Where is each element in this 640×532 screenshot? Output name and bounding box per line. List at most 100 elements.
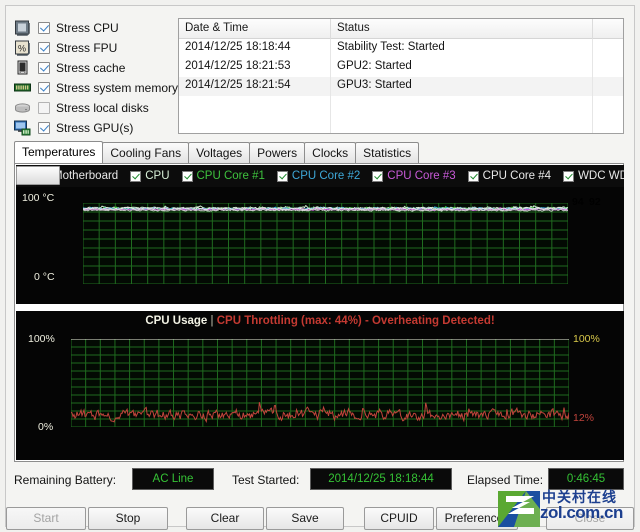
log-cell-extra bbox=[593, 39, 623, 58]
stress-option-row[interactable]: Stress system memory bbox=[14, 78, 178, 97]
fpu-percent-icon: % bbox=[14, 40, 31, 56]
stress-option-row[interactable]: % Stress FPU bbox=[14, 38, 174, 57]
legend-item[interactable]: CPU bbox=[130, 170, 170, 182]
stress-option-label: Stress CPU bbox=[56, 20, 119, 35]
cpuid-button[interactable]: CPUID bbox=[364, 507, 434, 530]
legend-checkbox[interactable] bbox=[130, 170, 142, 182]
log-cell-empty bbox=[593, 115, 623, 133]
log-column-header-datetime[interactable]: Date & Time bbox=[179, 19, 331, 39]
stress-option-label: Stress FPU bbox=[56, 40, 118, 55]
top-section: Stress CPU% Stress FPU Stress cache Stress … bbox=[0, 6, 640, 136]
temperatures-chart: 100 °C 0 °C 94 92 bbox=[16, 187, 624, 304]
legend-checkbox[interactable] bbox=[372, 170, 384, 182]
tab-statistics[interactable]: Statistics bbox=[355, 142, 420, 163]
log-row-empty bbox=[179, 115, 623, 133]
stress-option-checkbox[interactable] bbox=[38, 41, 50, 54]
tab-temperatures[interactable]: Temperatures bbox=[14, 141, 104, 163]
legend-item-container: Motherboard CPU CPU Core #1 CPU Core #2 CPU … bbox=[38, 165, 624, 187]
cpu-axis-label-bottom-left: 0% bbox=[38, 421, 54, 433]
cpu-usage-chart: CPU Usage | CPU Throttling (max: 44%) - … bbox=[16, 311, 624, 460]
log-row[interactable]: 2014/12/25 18:18:44 Stability Test: Start… bbox=[179, 39, 623, 58]
tab-cooling-fans[interactable]: Cooling Fans bbox=[102, 142, 190, 163]
log-cell-empty bbox=[331, 96, 593, 115]
legend-label: WDC WD10S12X-55J bbox=[578, 170, 624, 182]
temp-axis-label-bottom: 0 °C bbox=[34, 271, 55, 283]
stress-option-checkbox[interactable] bbox=[38, 81, 50, 94]
temp-plot-svg bbox=[82, 202, 569, 285]
stress-option-row[interactable]: Stress cache bbox=[14, 58, 174, 77]
temp-axis-label-top: 100 °C bbox=[22, 192, 55, 204]
elapsed-time-label: Elapsed Time: bbox=[467, 473, 544, 487]
legend-checkbox[interactable] bbox=[181, 170, 193, 182]
tab-powers[interactable]: Powers bbox=[249, 142, 306, 163]
log-row[interactable]: 2014/12/25 18:21:54 GPU3: Started bbox=[179, 77, 623, 96]
log-cell-empty bbox=[331, 115, 593, 133]
stop-button[interactable]: Stop bbox=[88, 507, 168, 530]
legend-checkbox[interactable] bbox=[467, 170, 479, 182]
log-cell-empty bbox=[593, 96, 623, 115]
legend-checkbox[interactable] bbox=[563, 170, 575, 182]
log-cell-datetime: 2014/12/25 18:21:53 bbox=[179, 58, 331, 77]
svg-text:%: % bbox=[18, 43, 26, 53]
stress-option-row[interactable]: Stress local disks bbox=[14, 98, 174, 117]
legend-label: CPU Core #3 bbox=[387, 170, 456, 182]
event-log-panel[interactable]: Date & Time Status 2014/12/25 18:18:44 St… bbox=[178, 18, 624, 134]
aida64-stability-test-window: Stress CPU% Stress FPU Stress cache Stress … bbox=[0, 0, 640, 532]
remaining-battery-value: AC Line bbox=[132, 468, 214, 490]
legend-label: CPU Core #4 bbox=[482, 170, 552, 182]
cpu-current-throttle-value: 12% bbox=[573, 412, 595, 424]
sensor-legend-bar: Motherboard CPU CPU Core #1 CPU Core #2 CPU … bbox=[16, 165, 624, 187]
log-cell-empty bbox=[179, 115, 331, 133]
watermark-text-en: zol.com.cn bbox=[540, 503, 623, 522]
ram-stick-icon bbox=[14, 80, 31, 96]
log-body: 2014/12/25 18:18:44 Stability Test: Start… bbox=[179, 39, 623, 133]
log-row[interactable]: 2014/12/25 18:21:53 GPU2: Started bbox=[179, 58, 623, 77]
cpu-chip-icon bbox=[14, 20, 31, 36]
stress-option-checkbox[interactable] bbox=[38, 61, 50, 74]
test-started-value: 2014/12/25 18:18:44 bbox=[310, 468, 452, 490]
stress-option-label: Stress GPU(s) bbox=[56, 120, 134, 135]
stress-option-checkbox[interactable] bbox=[38, 121, 50, 134]
stress-option-checkbox[interactable] bbox=[38, 21, 50, 34]
tab-voltages[interactable]: Voltages bbox=[188, 142, 251, 163]
cpu-plot-svg bbox=[70, 338, 570, 428]
stress-option-row[interactable]: Stress CPU bbox=[14, 18, 174, 37]
stress-option-row[interactable]: Stress GPU(s) bbox=[14, 118, 174, 137]
gpu-monitor-icon bbox=[14, 120, 31, 136]
temp-current-value-2: 92 bbox=[589, 196, 601, 208]
sensor-tab-strip: Temperatures Cooling Fans Voltages Powers Cl… bbox=[14, 141, 624, 164]
legend-item[interactable]: CPU Core #3 bbox=[372, 170, 456, 182]
cache-module-icon bbox=[14, 60, 31, 76]
log-cell-extra bbox=[593, 58, 623, 77]
graph-panel: Motherboard CPU CPU Core #1 CPU Core #2 CPU … bbox=[14, 164, 624, 462]
legend-horizontal-scroll-thumb[interactable] bbox=[16, 166, 60, 185]
legend-item[interactable]: WDC WD10S12X-55J bbox=[563, 170, 624, 182]
log-cell-empty bbox=[179, 96, 331, 115]
save-button[interactable]: Save bbox=[266, 507, 344, 530]
stress-option-checkbox[interactable] bbox=[38, 101, 50, 114]
cpu-axis-label-top-left: 100% bbox=[28, 333, 55, 345]
log-column-header-status[interactable]: Status bbox=[331, 19, 593, 39]
start-button: Start bbox=[6, 507, 86, 530]
log-column-header-extra[interactable] bbox=[593, 19, 623, 39]
legend-label: CPU bbox=[145, 170, 170, 182]
temp-current-value-1: 94 bbox=[572, 196, 584, 208]
legend-checkbox[interactable] bbox=[276, 170, 288, 182]
tab-clocks[interactable]: Clocks bbox=[304, 142, 357, 163]
log-cell-status: GPU3: Started bbox=[331, 77, 593, 96]
zol-logo-icon bbox=[498, 491, 540, 527]
legend-item[interactable]: CPU Core #4 bbox=[467, 170, 552, 182]
stress-options-list: Stress CPU% Stress FPU Stress cache Stress … bbox=[14, 18, 178, 138]
cpu-plot-area bbox=[70, 338, 570, 428]
legend-item[interactable]: CPU Core #1 bbox=[181, 170, 265, 182]
legend-label: CPU Core #2 bbox=[291, 170, 361, 182]
cpu-usage-title-separator: | bbox=[210, 315, 214, 327]
clear-button[interactable]: Clear bbox=[186, 507, 264, 530]
log-cell-extra bbox=[593, 77, 623, 96]
cpu-usage-title-text: CPU Usage bbox=[145, 315, 208, 327]
stress-option-label: Stress system memory bbox=[56, 80, 179, 95]
log-cell-datetime: 2014/12/25 18:21:54 bbox=[179, 77, 331, 96]
temp-plot-area bbox=[82, 202, 569, 285]
legend-item[interactable]: CPU Core #2 bbox=[276, 170, 361, 182]
stress-option-label: Stress local disks bbox=[56, 100, 149, 115]
